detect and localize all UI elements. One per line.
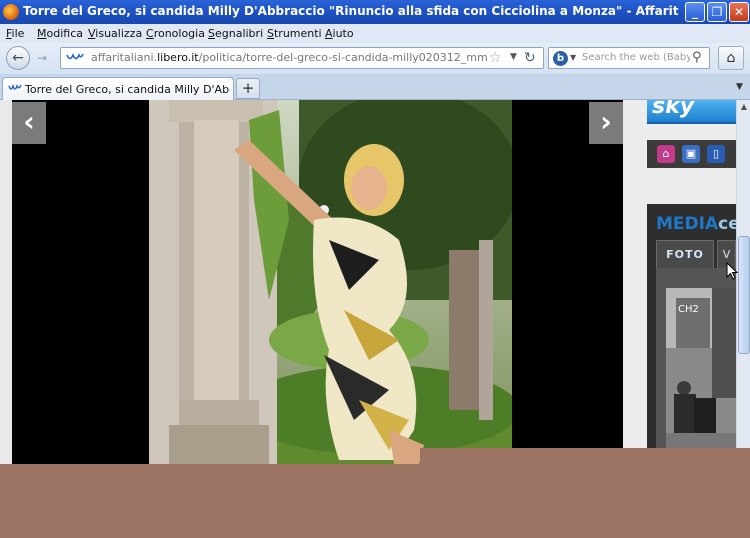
photo-gallery: ‹ ›: [12, 100, 623, 464]
media-thumbnail[interactable]: CH2: [666, 288, 736, 448]
url-bar[interactable]: affaritaliani.libero.it/politica/torre-d…: [60, 47, 544, 69]
scrollbar-thumb[interactable]: [738, 236, 750, 354]
overlay-panel: [420, 448, 750, 464]
sky-logo: sky: [652, 100, 695, 119]
back-button[interactable]: ←: [6, 46, 30, 70]
sky-banner[interactable]: sky: [647, 100, 736, 124]
gallery-photo: [149, 100, 512, 464]
menu-cronologia[interactable]: Cronologia: [146, 27, 205, 40]
mobile-icon[interactable]: ▯: [707, 145, 725, 163]
forward-button[interactable]: →: [32, 50, 52, 66]
search-input[interactable]: Search the web (Babylon): [582, 52, 690, 63]
search-engine-icon[interactable]: b: [553, 51, 568, 66]
search-bar[interactable]: b ▼ Search the web (Babylon) ⚲: [548, 47, 710, 69]
page-margin: [0, 100, 12, 464]
maximize-button[interactable]: ❐: [707, 2, 727, 22]
url-text[interactable]: affaritaliani.libero.it/politica/torre-d…: [91, 51, 487, 64]
mouse-cursor-icon: [726, 261, 739, 284]
tab-active[interactable]: Torre del Greco, si candida Milly D'Abbr…: [2, 77, 234, 100]
new-tab-button[interactable]: +: [236, 78, 260, 99]
menu-aiuto[interactable]: Aiuto: [325, 27, 354, 40]
next-photo-button[interactable]: ›: [589, 102, 623, 144]
menu-segnalibri[interactable]: Segnalibri: [208, 27, 263, 40]
browser-window: Torre del Greco, si candida Milly D'Abbr…: [0, 0, 750, 464]
reload-icon[interactable]: ↻: [524, 50, 536, 66]
desktop-background: [0, 464, 750, 538]
menu-modifica[interactable]: Modifica: [37, 27, 83, 40]
firefox-icon: [3, 4, 19, 20]
tab-favicon-icon: [8, 83, 22, 96]
bookmark-star-icon[interactable]: ☆: [489, 50, 502, 66]
menu-bar: File Modifica Visualizza Cronologia Segn…: [0, 24, 750, 43]
tab-list-dropdown-icon[interactable]: ▼: [736, 82, 743, 92]
mediacenter-title: MEDIAce: [656, 214, 736, 234]
right-sidebar: sky ⌂ ▣ ▯ MEDIAce FOTO V CH2: [623, 100, 736, 464]
tab-foto[interactable]: FOTO: [656, 240, 714, 268]
menu-strumenti[interactable]: Strumenti: [267, 27, 322, 40]
home-button[interactable]: ⌂: [718, 46, 744, 70]
title-bar: Torre del Greco, si candida Milly D'Abbr…: [0, 0, 750, 24]
history-dropdown-icon[interactable]: ▼: [510, 52, 517, 62]
thumbnail-caption: CH2: [678, 304, 699, 315]
search-engine-dropdown-icon[interactable]: ▼: [570, 53, 576, 62]
search-magnifier-icon[interactable]: ⚲: [692, 50, 702, 65]
scroll-up-icon[interactable]: ▲: [737, 100, 750, 114]
tab-label: Torre del Greco, si candida Milly D'Abbr…: [25, 83, 230, 96]
vertical-scrollbar[interactable]: ▲: [736, 100, 750, 464]
menu-visualizza[interactable]: Visualizza: [88, 27, 142, 40]
previous-photo-button[interactable]: ‹: [12, 102, 46, 144]
window-title: Torre del Greco, si candida Milly D'Abbr…: [23, 4, 679, 18]
save-icon[interactable]: ▣: [682, 145, 700, 163]
site-identity-icon[interactable]: [65, 51, 85, 65]
home-share-icon[interactable]: ⌂: [657, 145, 675, 163]
minimize-button[interactable]: _: [685, 2, 705, 22]
menu-file[interactable]: File: [6, 27, 24, 40]
close-button[interactable]: ✕: [729, 2, 749, 22]
share-icon-row: ⌂ ▣ ▯: [647, 140, 736, 168]
page-content: ‹ › sky ⌂ ▣ ▯ MEDIAce FOTO V CH2: [0, 100, 736, 464]
